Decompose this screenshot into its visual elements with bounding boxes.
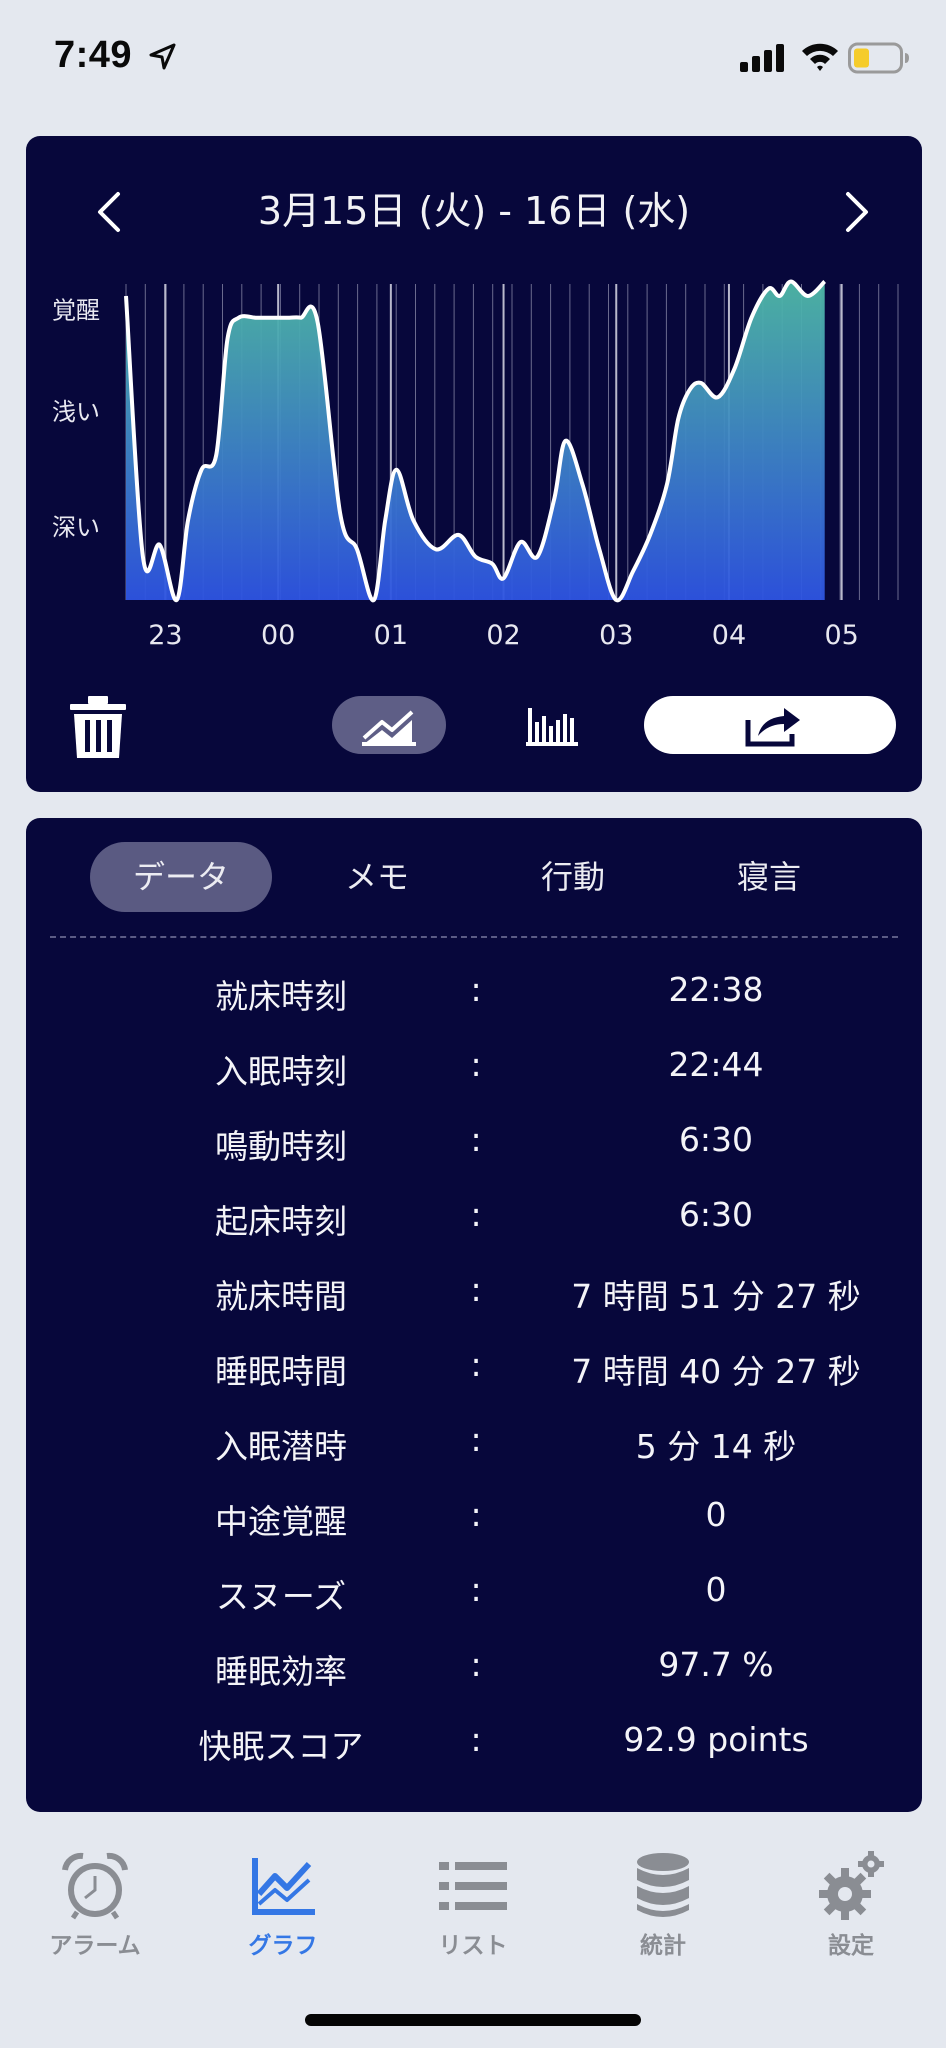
- tabbar-list[interactable]: リスト: [398, 1850, 548, 1990]
- row-label: 入眠潜時: [215, 1427, 347, 1466]
- tab-behavior[interactable]: 行動: [482, 842, 664, 912]
- row-value: 0: [705, 1570, 727, 1609]
- row-label: 中途覚醒: [215, 1502, 347, 1541]
- x-axis-label: 23: [148, 620, 182, 651]
- row-colon: :: [470, 1570, 482, 1609]
- tab-sleep-talk[interactable]: 寝言: [678, 842, 860, 912]
- row-label: 就床時刻: [215, 977, 347, 1016]
- data-row-snooze: スヌーズ : 0: [26, 1552, 922, 1627]
- row-value: 6:30: [678, 1120, 754, 1159]
- wifi-icon: [802, 43, 838, 71]
- alarm-clock-icon: [62, 1852, 128, 1920]
- data-row-sleep-duration: 睡眠時間 : 7 時間 40 分 27 秒: [26, 1327, 922, 1402]
- row-colon: :: [470, 1345, 482, 1384]
- row-value: 97.7 %: [658, 1645, 774, 1684]
- database-icon: [637, 1853, 689, 1917]
- status-bar: 7:49: [0, 0, 946, 118]
- location-arrow-icon: [149, 43, 176, 70]
- row-colon: :: [470, 1420, 482, 1459]
- line-graph-icon: [362, 710, 416, 746]
- home-indicator: [305, 2014, 641, 2026]
- status-time: 7:49: [54, 34, 133, 76]
- row-label: 睡眠時間: [215, 1352, 347, 1391]
- tabbar-label: グラフ: [248, 1933, 318, 1959]
- row-colon: :: [470, 1495, 482, 1534]
- gear-icon: [819, 1851, 884, 1920]
- row-value: 92.9 points: [623, 1720, 809, 1759]
- data-row-sleep-score: 快眠スコア : 92.9 points: [26, 1702, 922, 1777]
- row-value: 7 時間 40 分 27 秒: [571, 1352, 861, 1391]
- row-colon: :: [470, 1045, 482, 1084]
- tabbar-settings[interactable]: 設定: [776, 1850, 926, 1990]
- x-axis-label: 04: [712, 620, 746, 651]
- y-axis-label: 深い: [52, 514, 100, 542]
- cellular-signal-icon: [740, 44, 784, 72]
- x-axis-label: 01: [374, 620, 408, 651]
- tabbar-label: リスト: [438, 1933, 508, 1959]
- list-icon: [439, 1862, 507, 1910]
- share-icon: [745, 708, 800, 747]
- detail-tabs: データ メモ 行動 寝言: [52, 842, 896, 914]
- row-colon: :: [470, 1195, 482, 1234]
- data-row-wake-time: 起床時刻 : 6:30: [26, 1177, 922, 1252]
- x-axis-label: 02: [486, 620, 520, 651]
- data-row-alarm-time: 鳴動時刻 : 6:30: [26, 1102, 922, 1177]
- row-colon: :: [470, 970, 482, 1009]
- y-axis-label: 浅い: [52, 398, 100, 426]
- tabbar-label: 統計: [640, 1933, 686, 1959]
- trash-icon[interactable]: [66, 694, 130, 760]
- x-axis-label: 00: [261, 620, 295, 651]
- data-row-sleep-latency: 入眠潜時 : 5 分 14 秒: [26, 1402, 922, 1477]
- data-row-sleep-efficiency: 睡眠効率 : 97.7 %: [26, 1627, 922, 1702]
- row-label: 起床時刻: [215, 1202, 347, 1241]
- sleep-graph-card: 3月15日 (火) - 16日 (水) 覚醒 浅い 深い 23 00 01 02 03 04 05…: [26, 136, 922, 792]
- tab-data[interactable]: データ: [90, 842, 272, 912]
- row-value: 22:38: [668, 970, 764, 1009]
- row-label: 鳴動時刻: [215, 1127, 347, 1166]
- bar-graph-icon: [526, 708, 578, 746]
- row-value: 5 分 14 秒: [635, 1427, 797, 1466]
- data-row-awakenings: 中途覚醒 : 0: [26, 1477, 922, 1552]
- row-colon: :: [470, 1720, 482, 1759]
- sleep-depth-chart[interactable]: 覚醒浅い深い2300010203040506: [26, 136, 922, 666]
- graph-icon: [252, 1858, 315, 1915]
- share-button[interactable]: [644, 696, 896, 754]
- data-row-time-in-bed: 就床時間 : 7 時間 51 分 27 秒: [26, 1252, 922, 1327]
- tabbar-label: アラーム: [49, 1933, 141, 1959]
- line-graph-mode-button[interactable]: [332, 696, 446, 754]
- tabbar-label: 設定: [828, 1933, 874, 1959]
- y-axis-label: 覚醒: [52, 296, 100, 324]
- x-axis-label: 03: [599, 620, 633, 651]
- row-label: 就床時間: [215, 1277, 347, 1316]
- row-colon: :: [470, 1645, 482, 1684]
- tab-memo[interactable]: メモ: [286, 842, 468, 912]
- row-value: 6:30: [678, 1195, 754, 1234]
- row-label: 快眠スコア: [198, 1727, 364, 1766]
- row-colon: :: [470, 1120, 482, 1159]
- x-axis-label: 05: [824, 620, 858, 651]
- row-label: 入眠時刻: [215, 1052, 347, 1091]
- row-colon: :: [470, 1270, 482, 1309]
- tabbar-statistics[interactable]: 統計: [588, 1850, 738, 1990]
- row-label: 睡眠効率: [215, 1652, 347, 1691]
- data-row-sleep-onset: 入眠時刻 : 22:44: [26, 1027, 922, 1102]
- tabbar-alarm[interactable]: アラーム: [20, 1850, 170, 1990]
- sleep-data-card: データ メモ 行動 寝言 就床時刻 : 22:38 入眠時刻 : 22:44 鳴…: [26, 818, 922, 1812]
- data-row-bedtime: 就床時刻 : 22:38: [26, 952, 922, 1027]
- row-value: 7 時間 51 分 27 秒: [571, 1277, 861, 1316]
- battery-icon: [848, 42, 909, 74]
- row-label: スヌーズ: [215, 1577, 347, 1616]
- row-value: 0: [705, 1495, 727, 1534]
- tabbar-graph[interactable]: グラフ: [208, 1850, 358, 1990]
- tab-divider: [50, 936, 898, 938]
- bar-graph-mode-button[interactable]: [496, 696, 610, 754]
- row-value: 22:44: [668, 1045, 764, 1084]
